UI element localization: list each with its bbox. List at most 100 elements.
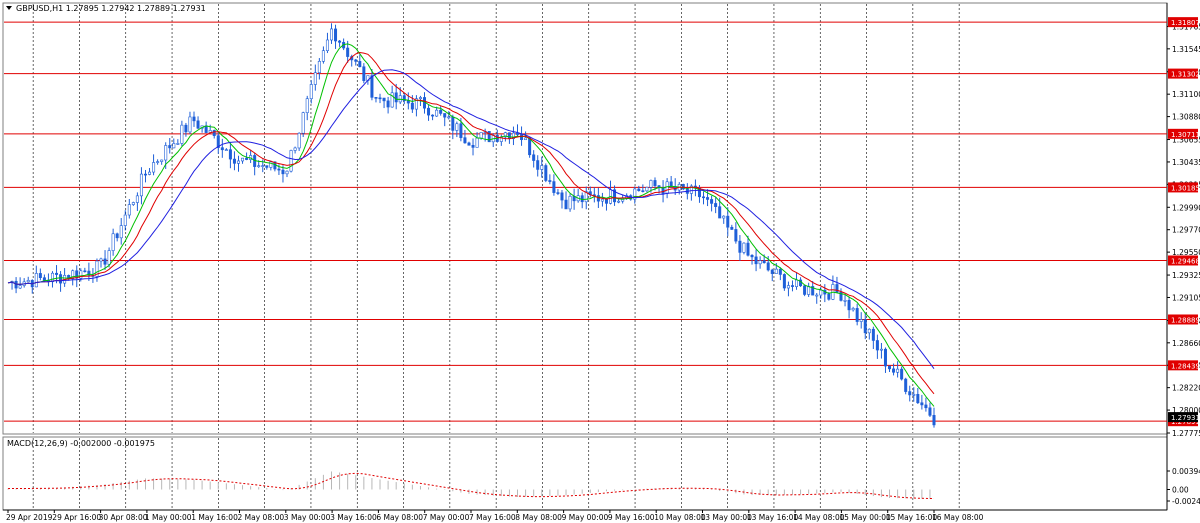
candle-body (661, 187, 665, 194)
candle-body (281, 169, 285, 175)
price-chart-svg[interactable]: 1.317651.315451.313201.311001.308801.306… (0, 0, 1200, 523)
candle-body (528, 137, 532, 156)
candle-body (188, 116, 192, 133)
candle-body (896, 368, 900, 373)
candle-body (888, 365, 892, 370)
candle-body (714, 203, 718, 207)
candle-body (427, 107, 431, 116)
candle-body (786, 285, 790, 289)
candle-body (329, 28, 333, 41)
candle-body (358, 61, 362, 68)
candle-body (463, 137, 467, 144)
candle-body (289, 150, 293, 172)
candle-body (540, 165, 544, 170)
time-tick-label: 9 May 00:00 (562, 513, 609, 522)
candle-body (236, 160, 240, 164)
candle-body (544, 165, 548, 181)
main-chart-frame (2, 2, 1168, 435)
level-label-text: 1.31807 (1171, 19, 1200, 27)
candle-body (338, 40, 342, 43)
candle-body (26, 280, 30, 283)
candle-body (536, 160, 540, 170)
candle-body (560, 192, 564, 201)
candle-body (127, 204, 131, 216)
candle-body (604, 198, 608, 204)
time-tick-label: 7 May 16:00 (469, 513, 516, 522)
symbol-info-header: GBPUSD,H1 1.27895 1.27942 1.27889 1.2793… (16, 4, 206, 13)
time-tick-label: 7 May 00:00 (423, 513, 470, 522)
candle-body (285, 170, 289, 175)
time-tick-label: 6 May 08:00 (376, 513, 423, 522)
candle-body (532, 154, 536, 161)
candle-body (131, 202, 135, 205)
candle-body (847, 300, 851, 311)
candle-body (879, 348, 883, 351)
macd-tick-label: 0.00 (1172, 486, 1189, 495)
candle-body (863, 319, 867, 334)
candle-body (746, 242, 750, 256)
candle-body (552, 181, 556, 193)
candle-body (762, 260, 766, 264)
candle-body (471, 144, 475, 148)
candle-body (447, 116, 451, 119)
candle-body (815, 294, 819, 297)
candle-body (42, 277, 46, 281)
moving-averages (7, 43, 935, 407)
candle-body (148, 171, 152, 175)
time-tick-label: 2 May 08:00 (238, 513, 285, 522)
ma-fast-line (7, 43, 935, 407)
current-price-text: 1.27931 (1171, 414, 1200, 422)
candle-body (293, 147, 297, 151)
level-label-text: 1.28439 (1171, 362, 1200, 370)
candle-body (908, 391, 912, 396)
candle-body (156, 161, 160, 163)
time-tick-label: 1 May 00:00 (145, 513, 192, 522)
candle-body (702, 196, 706, 199)
candle-body (14, 280, 18, 289)
candle-body (637, 188, 641, 192)
candle-body (443, 113, 447, 118)
candle-body (782, 274, 786, 289)
candle-body (665, 181, 669, 194)
candle-body (241, 157, 245, 162)
candle-body (843, 300, 847, 302)
candle-body (795, 279, 799, 287)
horizontal-levels[interactable] (4, 21, 1167, 422)
candle-body (382, 97, 386, 102)
candle-body (245, 157, 249, 160)
candle-body (204, 125, 208, 133)
candle-body (18, 285, 22, 289)
candle-body (135, 195, 139, 203)
candle-body (378, 97, 382, 100)
candle-body (374, 97, 378, 99)
triangle-down-icon[interactable] (6, 6, 12, 10)
time-tick-label: 29 Apr 16:00 (52, 513, 101, 522)
candle-body (111, 233, 115, 251)
candle-body (742, 242, 746, 253)
price-tick-label: 1.28660 (1172, 339, 1200, 348)
candle-body (107, 250, 111, 265)
candle-body (867, 328, 871, 334)
candle-body (803, 285, 807, 295)
candle-body (180, 124, 184, 144)
candle-body (261, 165, 265, 167)
candle-body (920, 402, 924, 406)
candle-body (435, 109, 439, 117)
candle-body (778, 268, 782, 275)
candle-body (710, 199, 714, 204)
candle-body (115, 233, 119, 239)
candle-body (38, 273, 42, 278)
candle-body (418, 97, 422, 99)
time-tick-label: 30 Apr 08:00 (99, 513, 148, 522)
candle-body (232, 158, 236, 164)
candle-body (192, 116, 196, 122)
candle-body (750, 254, 754, 258)
candle-body (168, 145, 172, 149)
candle-body (59, 274, 63, 284)
candle-body (734, 229, 738, 242)
candle-body (301, 112, 305, 134)
candle-body (160, 159, 164, 162)
candle-body (325, 39, 329, 52)
candle-body (228, 149, 232, 160)
candle-body (912, 394, 916, 396)
